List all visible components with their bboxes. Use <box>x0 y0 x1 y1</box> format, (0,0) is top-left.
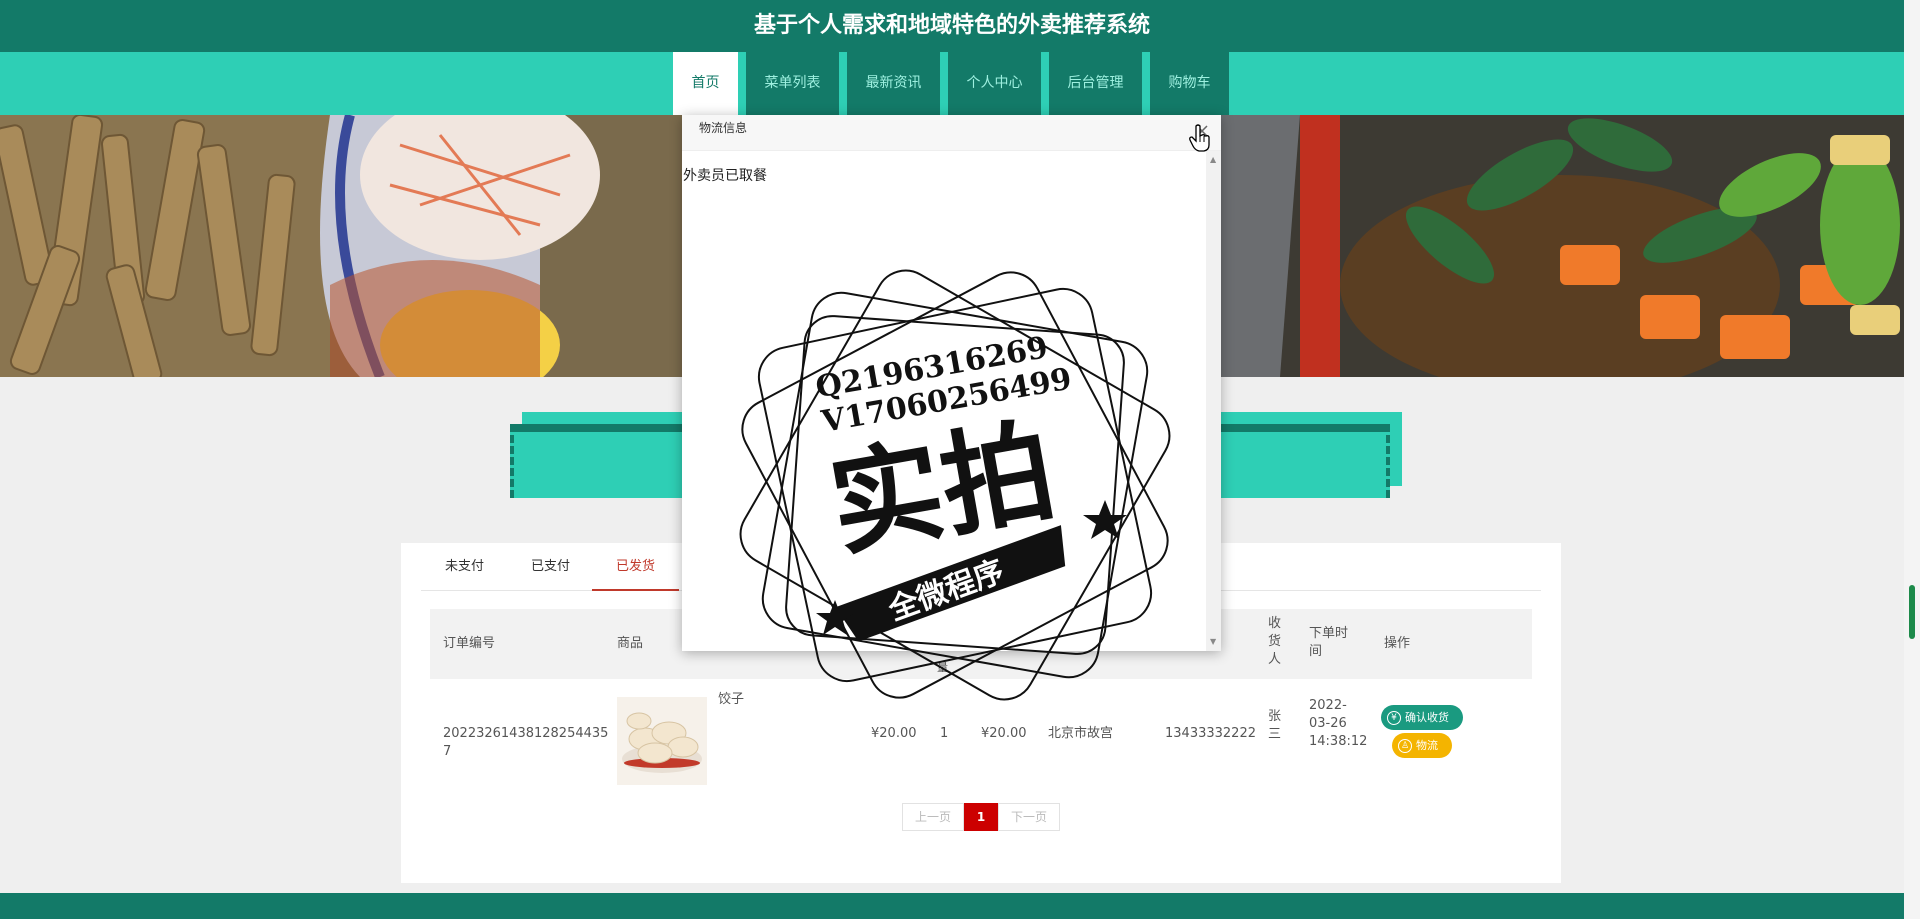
footer <box>0 893 1904 919</box>
nav-item-admin[interactable]: 后台管理 <box>1049 52 1142 115</box>
quantity: 1 <box>940 726 949 741</box>
page-scrollbar[interactable] <box>1904 0 1920 919</box>
nav-item-cart[interactable]: 购物车 <box>1150 52 1229 115</box>
nav-item-news[interactable]: 最新资讯 <box>847 52 940 115</box>
product-image[interactable] <box>617 697 707 785</box>
page-scrollbar-thumb[interactable] <box>1909 585 1915 639</box>
col-receiver: 收货人 <box>1268 616 1282 667</box>
logistics-status-text: 外卖员已取餐 <box>683 168 767 184</box>
modal-header: 物流信息 <box>682 115 1221 151</box>
col-actions: 操作 <box>1384 636 1411 651</box>
prev-page-button[interactable]: 上一页 <box>902 803 964 831</box>
col-order-time: 下单时间 <box>1309 626 1349 659</box>
modal-title: 物流信息 <box>699 121 748 135</box>
delivery-address: 北京市故宫 <box>1048 726 1114 741</box>
tab-paid[interactable]: 已支付 <box>507 543 594 591</box>
logistics-label: 物流 <box>1416 739 1438 752</box>
col-order-no: 订单编号 <box>443 636 496 651</box>
phone-number: 13433332222 <box>1165 726 1256 741</box>
confirm-receipt-label: 确认收货 <box>1405 711 1449 724</box>
nav-item-menu-list[interactable]: 菜单列表 <box>746 52 839 115</box>
next-page-button[interactable]: 下一页 <box>998 803 1060 831</box>
tab-unpaid[interactable]: 未支付 <box>421 543 508 591</box>
nav-item-user-center[interactable]: 个人中心 <box>948 52 1041 115</box>
scroll-down-icon[interactable]: ▼ <box>1210 637 1216 646</box>
order-number: 20223261438128254435 7 <box>443 726 609 759</box>
hand-cursor-icon <box>1189 124 1211 152</box>
total-price: ¥20.00 <box>981 726 1027 741</box>
scroll-up-icon[interactable]: ▲ <box>1210 155 1216 164</box>
tab-shipped[interactable]: 已发货 <box>592 543 680 591</box>
site-title: 基于个人需求和地域特色的外卖推荐系统 <box>0 0 1904 52</box>
unit-price: ¥20.00 <box>871 726 917 741</box>
logistics-button[interactable]: ♙ 物流 <box>1392 733 1452 758</box>
main-nav: 首页 菜单列表 最新资讯 个人中心 后台管理 购物车 <box>0 52 1904 115</box>
yen-icon: ¥ <box>1387 711 1401 725</box>
receiver-name: 张三 <box>1268 709 1282 742</box>
order-time: 2022-03-26 14:38:12 <box>1309 698 1368 749</box>
watermark-ribbon: 全微程序 <box>883 554 1009 628</box>
page-1-button[interactable]: 1 <box>964 803 998 831</box>
modal-scrollbar[interactable]: ▲ ▼ <box>1206 151 1221 651</box>
col-product: 商品 <box>617 636 644 651</box>
nav-item-home[interactable]: 首页 <box>673 52 738 115</box>
confirm-receipt-button[interactable]: ¥ 确认收货 <box>1381 705 1463 730</box>
watermark-stamp: Q2196316269 V17060256499 实拍 全微程序 <box>735 265 1175 705</box>
user-icon: ♙ <box>1398 739 1412 753</box>
